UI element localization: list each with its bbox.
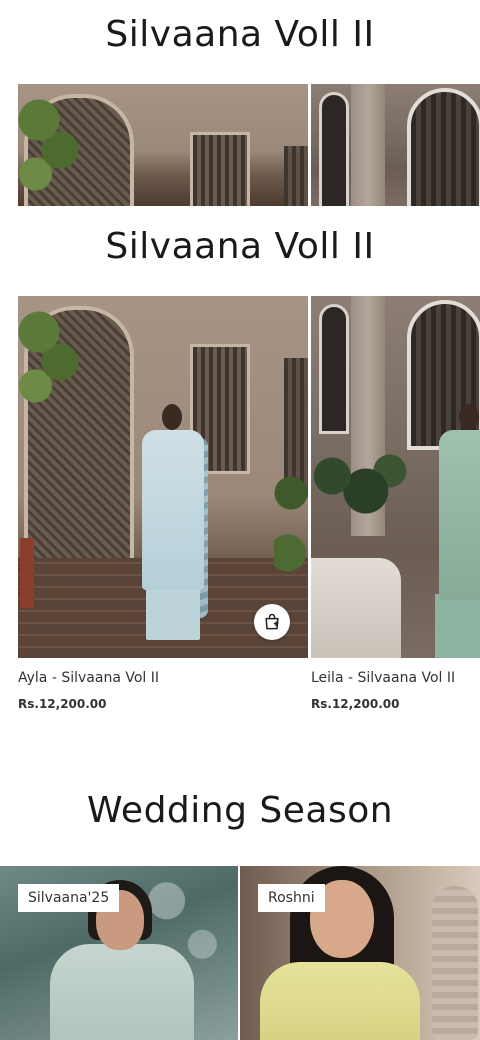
product-price-ayla: Rs.12,200.00 (18, 697, 107, 711)
product-photo-ayla (18, 296, 308, 658)
collection-card-roshni[interactable]: Roshni (240, 866, 480, 1040)
banner-photo-a (18, 84, 308, 206)
product-image-ayla[interactable] (18, 296, 308, 658)
banner-image-b[interactable] (311, 84, 480, 206)
section-title-silvaana-top: Silvaana Voll II (105, 14, 375, 55)
collection-carousel[interactable]: Silvaana'25 Roshni (0, 866, 480, 1040)
product-price-leila: Rs.12,200.00 (311, 697, 400, 711)
product-name-ayla[interactable]: Ayla - Silvaana Vol II (18, 670, 159, 686)
collection-label-silvaana25[interactable]: Silvaana'25 (18, 884, 120, 912)
collection-banner-strip[interactable] (18, 84, 480, 206)
shopping-bag-plus-icon (265, 613, 279, 630)
product-photo-leila (311, 296, 480, 658)
product-image-leila[interactable] (311, 296, 480, 658)
banner-image-a[interactable] (18, 84, 308, 206)
product-name-leila[interactable]: Leila - Silvaana Vol II (311, 670, 455, 686)
section-title-wedding-season: Wedding Season (86, 790, 394, 831)
add-to-bag-button[interactable] (254, 604, 290, 640)
product-carousel[interactable] (18, 296, 480, 658)
collection-label-roshni[interactable]: Roshni (258, 884, 325, 912)
collection-card-silvaana25[interactable]: Silvaana'25 (0, 866, 238, 1040)
section-title-silvaana: Silvaana Voll II (105, 226, 375, 267)
banner-photo-b (311, 84, 480, 206)
